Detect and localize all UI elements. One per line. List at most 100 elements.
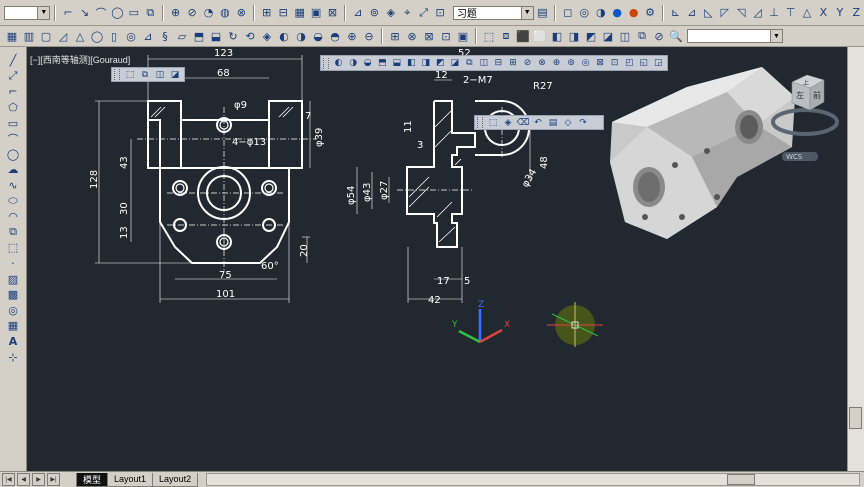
color-face-icon[interactable]: ◫ — [617, 28, 633, 44]
clean-icon[interactable]: ⊗ — [535, 57, 549, 70]
multiline-text-icon[interactable]: A — [4, 334, 22, 350]
shell-icon[interactable]: ⊚ — [564, 57, 578, 70]
next-tab-button[interactable]: ▶ — [32, 473, 45, 486]
3d-align-icon[interactable]: ⊠ — [421, 28, 437, 44]
section-icon[interactable]: ⊖ — [361, 28, 377, 44]
spline-icon[interactable]: ∿ — [4, 178, 22, 194]
ucs-origin-icon[interactable]: ⊥ — [766, 5, 781, 21]
cone-icon[interactable]: △ — [72, 28, 88, 44]
rotate-face-icon[interactable]: ◩ — [434, 57, 448, 70]
line-icon[interactable]: ╱ — [4, 53, 22, 69]
interfere-icon[interactable]: ⊕ — [344, 28, 360, 44]
move-face-icon[interactable]: ⬓ — [390, 57, 404, 70]
delete-face-icon[interactable]: ◨ — [566, 28, 582, 44]
text-icon[interactable]: ⊡ — [432, 5, 447, 21]
redo-icon[interactable]: ↷ — [576, 116, 590, 129]
vertical-scroll-thumb[interactable] — [849, 407, 862, 429]
3d-array-icon[interactable]: ⊡ — [438, 28, 454, 44]
loft-icon[interactable]: ◈ — [259, 28, 275, 44]
make-block-icon[interactable]: ⬚ — [4, 240, 22, 256]
explode-icon[interactable]: ⊠ — [325, 5, 340, 21]
scale-icon[interactable]: ◍ — [217, 5, 232, 21]
extrude-face-icon[interactable]: ⬛ — [515, 28, 531, 44]
ucs-world-icon[interactable]: ⊿ — [684, 5, 699, 21]
zoom-realtime-icon[interactable]: 🔍 — [668, 28, 684, 44]
rotate-icon[interactable]: ◔ — [201, 5, 216, 21]
revolve-icon[interactable]: ⟲ — [242, 28, 258, 44]
taper-face-icon[interactable]: ◪ — [600, 28, 616, 44]
conceptual-icon[interactable]: ● — [626, 5, 641, 21]
intersect-icon[interactable]: ◒ — [310, 28, 326, 44]
circle-icon[interactable]: ◯ — [110, 5, 125, 21]
horizontal-scrollbar[interactable] — [206, 473, 860, 486]
gradient-icon[interactable]: ▩ — [4, 287, 22, 303]
layer-icon[interactable]: ▤ — [546, 116, 560, 129]
slice-icon[interactable]: ⊠ — [593, 57, 607, 70]
3d-wireframe-icon[interactable]: ◎ — [577, 5, 592, 21]
sphere-icon[interactable]: ◯ — [89, 28, 105, 44]
copy-edge-icon[interactable]: ⊟ — [492, 57, 506, 70]
insert-block-icon[interactable]: ⧉ — [4, 225, 22, 241]
wcs-label[interactable]: WCS — [786, 153, 803, 161]
horizontal-scroll-thumb[interactable] — [727, 474, 756, 485]
layer-state-icon[interactable]: ▥ — [21, 28, 37, 44]
ucs-zaxis-icon[interactable]: ⊤ — [783, 5, 798, 21]
viewcube-top[interactable]: 上 — [803, 79, 809, 87]
hatch-icon[interactable]: ⌖ — [400, 5, 415, 21]
style-combo[interactable]: ▼ — [4, 5, 51, 20]
stretch-icon[interactable]: ⊗ — [234, 5, 249, 21]
delete-face-icon[interactable]: ◨ — [419, 57, 433, 70]
torus-icon[interactable]: ◎ — [123, 28, 139, 44]
box-icon[interactable]: ▢ — [38, 28, 54, 44]
color-face-icon[interactable]: ◫ — [477, 57, 491, 70]
union-icon[interactable]: ◐ — [332, 57, 346, 70]
3d-move-icon[interactable]: ⊞ — [387, 28, 403, 44]
copy-icon[interactable]: ⊘ — [184, 5, 199, 21]
box-face-icon[interactable]: ⬚ — [481, 28, 497, 44]
cylinder-icon[interactable]: ▯ — [106, 28, 122, 44]
color-edge-icon[interactable]: ⊞ — [506, 57, 520, 70]
polyline-icon[interactable]: ↘ — [77, 5, 92, 21]
polygon-icon[interactable]: ⬠ — [4, 100, 22, 116]
ucs-previous-icon[interactable]: ◺ — [701, 5, 716, 21]
section-icon[interactable]: ⊡ — [608, 57, 622, 70]
add-selected-icon[interactable]: ⊹ — [4, 349, 22, 365]
sweep-icon[interactable]: ↻ — [225, 28, 241, 44]
arc-icon[interactable]: ⌒ — [4, 131, 22, 147]
3d-mirror-icon[interactable]: ▣ — [455, 28, 471, 44]
rectangle-icon[interactable]: ▭ — [126, 5, 141, 21]
copy-face-icon[interactable]: ⧉ — [463, 57, 477, 70]
ellipse-icon[interactable]: ⬭ — [4, 193, 22, 209]
table-icon[interactable]: ▦ — [4, 318, 22, 334]
viewcube-left[interactable]: 左 — [796, 90, 804, 100]
offset-face-icon[interactable]: ◧ — [405, 57, 419, 70]
visual-style-manager-icon[interactable]: ▤ — [535, 5, 550, 21]
subtract-icon[interactable]: ◑ — [346, 57, 360, 70]
realistic-icon[interactable]: ● — [609, 5, 624, 21]
wedge-icon[interactable]: ◿ — [55, 28, 71, 44]
ucs-y-icon[interactable]: Y — [832, 5, 847, 21]
fillet-icon[interactable]: ▦ — [292, 5, 307, 21]
presspull-icon[interactable]: ⬓ — [208, 28, 224, 44]
helix-icon[interactable]: § — [157, 28, 173, 44]
chamfer-edge-icon[interactable]: ◱ — [637, 57, 651, 70]
move-face-icon[interactable]: ⬜ — [532, 28, 548, 44]
visual-style-combo[interactable]: 习题 ▼ — [452, 5, 534, 20]
move-icon[interactable]: ⊕ — [168, 5, 183, 21]
mirror-icon[interactable]: ⊿ — [350, 5, 365, 21]
extract-edges-icon[interactable]: ◲ — [652, 57, 666, 70]
view-top-icon[interactable]: ⬚ — [123, 68, 137, 81]
fillet-edge-icon[interactable]: ◰ — [622, 57, 636, 70]
drawing-viewport[interactable]: [−][西南等轴测][Gouraud] 123 68 φ9 4−φ13 7 φ3… — [27, 47, 848, 471]
toolbar-grip[interactable] — [114, 69, 120, 80]
toolbar-grip[interactable] — [477, 117, 483, 128]
solid-edit-icon[interactable]: ⧈ — [498, 28, 514, 44]
imprint-icon[interactable]: ⊘ — [651, 28, 667, 44]
ucs-3point-icon[interactable]: △ — [799, 5, 814, 21]
3d-rotate-icon[interactable]: ⊗ — [404, 28, 420, 44]
tab-model[interactable]: 模型 — [76, 472, 109, 487]
erase-icon[interactable]: ◈ — [383, 5, 398, 21]
hatch-icon[interactable]: ▨ — [4, 271, 22, 287]
ucs-icon[interactable]: ⊾ — [668, 5, 683, 21]
planar-surface-icon[interactable]: ▱ — [174, 28, 190, 44]
